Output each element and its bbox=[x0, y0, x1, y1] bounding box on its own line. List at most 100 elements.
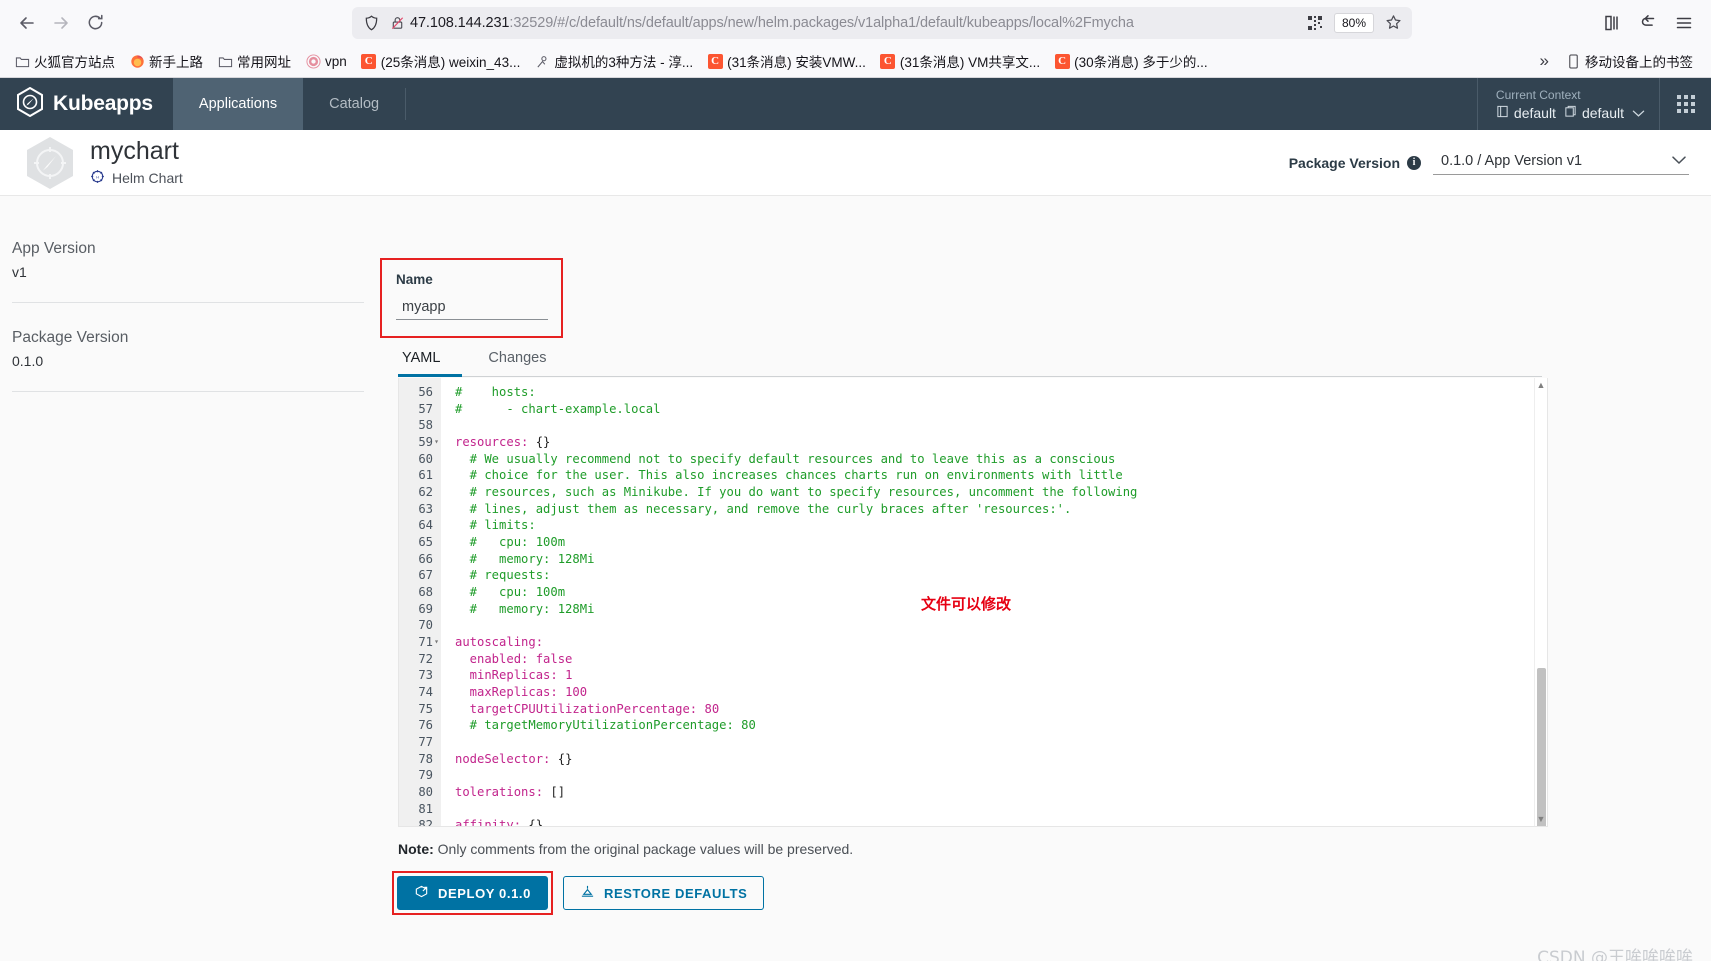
action-buttons: DEPLOY 0.1.0 RESTORE DEFAULTS bbox=[392, 871, 765, 915]
csdn-icon: C bbox=[1054, 53, 1070, 69]
editor-line: autoscaling: bbox=[455, 635, 544, 650]
namespace-name: default bbox=[1581, 104, 1624, 121]
bookmark-item[interactable]: 火狐官方站点 bbox=[8, 49, 121, 73]
bookmark-item[interactable]: C (30条消息) 多于少的... bbox=[1048, 49, 1214, 73]
editor-line: # choice for the user. This also increas… bbox=[455, 468, 1123, 483]
pocket-icon[interactable] bbox=[1631, 6, 1665, 40]
site-icon bbox=[305, 53, 321, 69]
editor-line-number: 76 bbox=[418, 718, 433, 733]
editor-line: # We usually recommend not to specify de… bbox=[455, 451, 1116, 466]
mobile-bookmarks-item[interactable]: 移动设备上的书签 bbox=[1559, 49, 1699, 73]
editor-line-number: 78 bbox=[418, 751, 433, 766]
chevron-down-icon[interactable] bbox=[1671, 153, 1687, 169]
restore-icon bbox=[580, 884, 595, 902]
bookmark-item[interactable]: vpn bbox=[299, 51, 353, 71]
editor-line: # cpu: 100m bbox=[455, 535, 566, 550]
info-icon[interactable]: i bbox=[1407, 155, 1421, 170]
mobile-device-icon bbox=[1565, 53, 1581, 69]
bookmark-item[interactable]: C (25条消息) weixin_43... bbox=[355, 49, 527, 73]
yaml-editor[interactable]: 56 57 58 59 ▾ 60 61 62 63 64 65 66 67 68 69 70 71 ▾ 72 73 74… bbox=[398, 378, 1548, 827]
bookmark-item[interactable]: C (31条消息) VM共享文... bbox=[874, 49, 1046, 73]
restore-defaults-button[interactable]: RESTORE DEFAULTS bbox=[562, 876, 765, 910]
editor-scrollbar[interactable]: ▲ ▼ bbox=[1534, 378, 1547, 826]
nav-item-catalog[interactable]: Catalog bbox=[303, 78, 405, 130]
editor-line: resources: {} bbox=[455, 435, 551, 450]
bookmark-item[interactable]: 常用网址 bbox=[211, 49, 297, 73]
bookmark-star-icon[interactable] bbox=[1380, 10, 1406, 36]
editor-line: maxReplicas: 100 bbox=[455, 685, 588, 700]
csdn-icon: C bbox=[361, 53, 377, 69]
kubeapps-app: Kubeapps Applications Catalog Current Co… bbox=[0, 78, 1711, 961]
bookmark-item[interactable]: C (31条消息) 安装VMW... bbox=[701, 49, 872, 73]
apps-grid-icon[interactable] bbox=[1659, 78, 1711, 130]
brand-name: Kubeapps bbox=[53, 92, 153, 115]
bookmark-item[interactable]: 新手上路 bbox=[123, 49, 209, 73]
page-body: App Version v1 Package Version 0.1.0 Nam… bbox=[0, 196, 1711, 961]
hamburger-menu-icon[interactable] bbox=[1667, 6, 1701, 40]
annotation-text: 文件可以修改 bbox=[921, 595, 1012, 613]
editor-line: # targetMemoryUtilizationPercentage: 80 bbox=[455, 718, 756, 733]
url-bar[interactable]: 47.108.144.231:32529/#/c/default/ns/defa… bbox=[352, 6, 1412, 39]
editor-line-number: 80 bbox=[418, 785, 433, 800]
kubeapps-logo-icon bbox=[16, 86, 44, 122]
chart-type-label: Helm Chart bbox=[112, 170, 183, 187]
url-text[interactable]: 47.108.144.231:32529/#/c/default/ns/defa… bbox=[410, 15, 1302, 31]
editor-line-number: 77 bbox=[418, 735, 433, 750]
deploy-form: Name YAML Changes 56575859▾6061626364656… bbox=[380, 196, 1711, 961]
editor-code[interactable]: 文件可以修改 # hosts: # - chart-example.local r… bbox=[441, 378, 1534, 826]
editor-line-number: 56 bbox=[418, 385, 433, 399]
editor-line-number: 72 bbox=[418, 651, 433, 666]
deploy-button[interactable]: DEPLOY 0.1.0 bbox=[397, 876, 548, 910]
editor-line-number: 79 bbox=[418, 768, 433, 783]
helm-chart-placeholder-icon bbox=[22, 135, 78, 191]
bookmark-item[interactable]: 虚拟机的3种方法 - 淳... bbox=[528, 49, 699, 73]
container-tab-icon[interactable] bbox=[1595, 6, 1629, 40]
editor-note: Note: Only comments from the original pa… bbox=[398, 841, 853, 857]
csdn-icon: C bbox=[880, 53, 896, 69]
divider bbox=[12, 391, 364, 392]
package-version-label: Package Version bbox=[1288, 154, 1400, 171]
back-arrow-icon[interactable] bbox=[10, 6, 44, 40]
nav-item-applications[interactable]: Applications bbox=[172, 78, 304, 130]
bookmark-label: vpn bbox=[325, 53, 347, 69]
scrollbar-thumb[interactable] bbox=[1537, 668, 1546, 826]
deploy-icon bbox=[414, 884, 429, 902]
page-title: mychart bbox=[90, 136, 179, 165]
shield-icon[interactable] bbox=[358, 10, 384, 36]
scroll-up-arrow-icon[interactable]: ▲ bbox=[1535, 378, 1547, 392]
zoom-level-chip[interactable]: 80% bbox=[1333, 12, 1374, 33]
forward-arrow-icon[interactable] bbox=[44, 6, 78, 40]
sidebar-block-app-version: App Version v1 bbox=[12, 240, 364, 303]
reload-icon[interactable] bbox=[78, 6, 112, 40]
site-icon bbox=[534, 53, 550, 69]
name-input[interactable] bbox=[396, 297, 548, 320]
current-context-selector[interactable]: Current Context default default bbox=[1476, 78, 1659, 130]
brand-logo[interactable]: Kubeapps bbox=[0, 78, 173, 130]
sidebar-label: Package Version bbox=[12, 329, 129, 346]
url-path: :32529/#/c/default/ns/default/apps/new/h… bbox=[509, 14, 1134, 31]
bookmark-label: (30条消息) 多于少的... bbox=[1074, 55, 1208, 70]
tab-changes[interactable]: Changes bbox=[484, 344, 556, 377]
namespace-icon bbox=[1564, 105, 1577, 121]
package-version-value: 0.1.0 / App Version v1 bbox=[1441, 153, 1583, 169]
editor-line-number: 82 bbox=[418, 818, 433, 827]
package-version-label-group: Package Version i bbox=[1289, 155, 1421, 171]
chevron-down-icon[interactable] bbox=[1632, 105, 1645, 121]
folder-icon bbox=[217, 53, 233, 69]
chevron-double-right-icon[interactable]: » bbox=[1540, 51, 1549, 71]
scroll-down-arrow-icon[interactable]: ▼ bbox=[1535, 812, 1547, 826]
editor-line-number: 62 bbox=[418, 485, 433, 500]
qr-code-icon[interactable] bbox=[1302, 10, 1328, 36]
editor-line-number: 74 bbox=[418, 685, 433, 700]
editor-line-number: 75 bbox=[418, 701, 433, 716]
permissions-blocked-icon[interactable] bbox=[384, 10, 410, 36]
package-version-select[interactable]: 0.1.0 / App Version v1 bbox=[1433, 150, 1689, 175]
app-nav: Applications Catalog bbox=[172, 78, 407, 130]
folder-icon bbox=[14, 53, 30, 69]
editor-tabs: YAML Changes bbox=[398, 344, 1542, 377]
bookmark-label: 常用网址 bbox=[237, 55, 291, 70]
editor-line-number: 71 ▾ bbox=[418, 635, 439, 650]
tab-yaml[interactable]: YAML bbox=[398, 344, 463, 377]
